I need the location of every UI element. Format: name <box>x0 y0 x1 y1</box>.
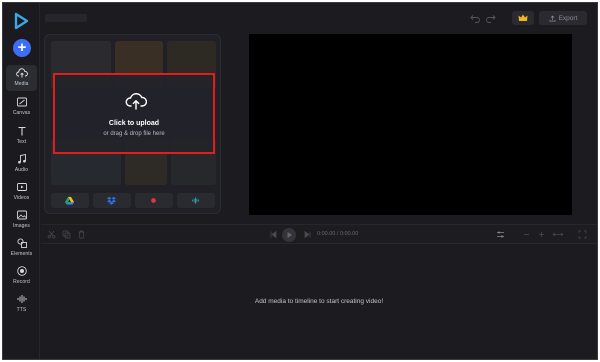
sidebar-item-elements[interactable]: Elements <box>6 235 37 261</box>
scissors-icon[interactable] <box>47 230 56 239</box>
sidebar-item-label: Record <box>13 279 30 285</box>
sidebar-item-label: Videos <box>13 195 30 201</box>
play-button[interactable] <box>282 228 296 242</box>
sidebar: + Media Canvas Text Audio Videos Images … <box>3 3 40 359</box>
shapes-icon <box>16 238 27 248</box>
redo-icon[interactable] <box>485 13 496 23</box>
sidebar-item-media[interactable]: Media <box>6 65 37 91</box>
upload-dropzone[interactable]: Click to upload or drag & drop file here <box>53 73 215 154</box>
project-title[interactable] <box>45 14 87 22</box>
canvas-icon <box>16 97 27 107</box>
sidebar-item-label: Elements <box>10 251 33 257</box>
total-time: 0:00.00 <box>339 231 359 237</box>
zoom-out-icon[interactable] <box>522 230 531 239</box>
skip-forward-icon[interactable] <box>303 230 312 239</box>
upload-subtitle: or drag & drop file here <box>103 131 165 137</box>
timeline-toolbar: 0:00.00 / 0:00.00 <box>41 224 597 244</box>
time-readout: 0:00.00 / 0:00.00 <box>317 231 358 237</box>
editor-window: + Media Canvas Text Audio Videos Images … <box>2 2 598 360</box>
video-icon <box>16 183 27 191</box>
premium-button[interactable] <box>512 11 534 25</box>
upload-title: Click to upload <box>108 120 160 127</box>
upload-icon <box>549 15 556 21</box>
sidebar-item-record[interactable]: Record <box>6 263 37 289</box>
duplicate-icon[interactable] <box>62 230 71 239</box>
sidebar-item-text[interactable]: Text <box>6 123 37 149</box>
fullscreen-icon[interactable] <box>578 230 587 239</box>
sliders-icon[interactable] <box>496 230 505 239</box>
sidebar-item-label: Text <box>16 139 27 145</box>
skip-back-icon[interactable] <box>269 230 278 239</box>
dropbox-icon <box>107 196 116 205</box>
top-bar: Export <box>41 3 597 33</box>
text-icon <box>18 126 25 136</box>
google-drive-icon <box>65 196 74 205</box>
export-button[interactable]: Export <box>539 11 587 25</box>
sidebar-item-canvas[interactable]: Canvas <box>6 94 37 120</box>
sidebar-item-audio[interactable]: Audio <box>6 151 37 177</box>
sidebar-item-label: Media <box>14 81 29 87</box>
sidebar-item-tts[interactable]: TTS <box>6 291 37 317</box>
audio-source-button[interactable] <box>177 193 215 208</box>
crown-icon <box>518 14 528 21</box>
fit-timeline-icon[interactable] <box>552 230 564 239</box>
sidebar-item-videos[interactable]: Videos <box>6 179 37 205</box>
play-icon <box>287 232 292 238</box>
google-drive-button[interactable] <box>51 193 89 208</box>
waveform-icon <box>17 295 26 303</box>
sidebar-item-label: TTS <box>16 307 27 313</box>
app-logo-icon[interactable] <box>12 12 30 30</box>
video-preview[interactable] <box>249 34 572 215</box>
sidebar-item-label: Images <box>13 223 30 229</box>
audio-wave-icon <box>191 197 200 204</box>
sidebar-item-label: Canvas <box>12 110 31 116</box>
image-icon <box>16 210 27 220</box>
record-dot-icon <box>151 198 156 203</box>
add-button[interactable]: + <box>13 39 31 57</box>
music-note-icon <box>17 153 26 164</box>
export-label: Export <box>558 14 578 22</box>
record-icon <box>16 266 27 276</box>
current-time: 0:00.00 <box>317 231 336 237</box>
media-panel: Click to upload or drag & drop file here <box>44 34 221 214</box>
timeline-area[interactable]: Add media to timeline to start creating … <box>41 245 597 359</box>
dropbox-button[interactable] <box>93 193 131 208</box>
cloud-upload-icon <box>15 68 28 78</box>
time-separator: / <box>336 231 339 237</box>
cloud-upload-icon <box>125 93 147 110</box>
zoom-in-icon[interactable] <box>537 230 546 239</box>
timeline-empty-message: Add media to timeline to start creating … <box>254 298 384 305</box>
record-button[interactable] <box>135 193 173 208</box>
sidebar-item-images[interactable]: Images <box>6 207 37 233</box>
trash-icon[interactable] <box>77 230 86 239</box>
undo-icon[interactable] <box>470 13 481 23</box>
sidebar-item-label: Audio <box>14 167 29 173</box>
